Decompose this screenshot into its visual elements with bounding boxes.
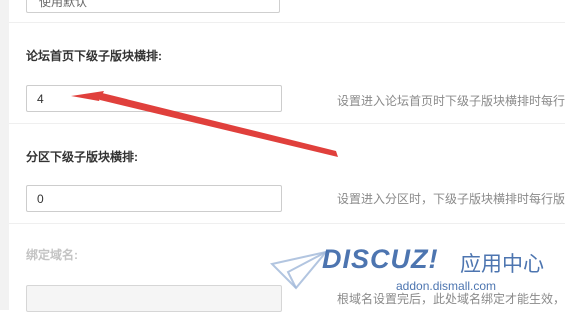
- red-arrow-icon: [71, 91, 338, 157]
